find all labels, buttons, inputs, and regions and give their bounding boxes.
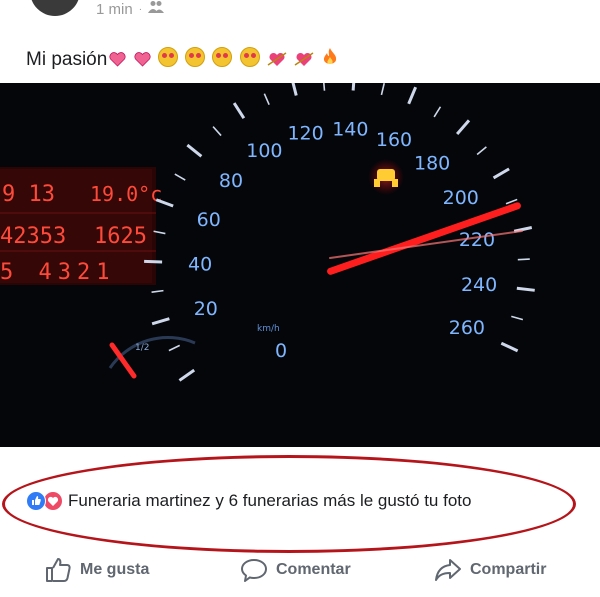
- like-button[interactable]: Me gusta: [44, 556, 149, 584]
- fire-icon: [322, 47, 338, 67]
- comment-icon: [241, 559, 267, 582]
- speed-label: 40: [188, 253, 212, 275]
- pink-heart-icon: [109, 51, 126, 67]
- heart-eyes-emoji-icon: [185, 47, 206, 67]
- post-meta: 1 min ·: [96, 0, 165, 18]
- heart-with-arrow-icon: [267, 51, 287, 67]
- speed-label: 200: [443, 187, 479, 209]
- post-photo[interactable]: 9 13 19.0°c 42353 1625 5 4321 1/2 20 40 60…: [0, 83, 600, 447]
- speed-label: 240: [461, 274, 497, 296]
- like-label: Me gusta: [80, 561, 150, 578]
- share-label: Compartir: [470, 561, 547, 578]
- major-tick: [516, 286, 535, 292]
- avatar[interactable]: [30, 0, 80, 16]
- post-actions: Me gusta Comentar Compartir: [0, 556, 600, 592]
- major-tick: [144, 259, 163, 264]
- speed-label: 20: [194, 298, 218, 320]
- heart-eyes-emoji-icon: [239, 47, 260, 67]
- liked-by-text: Funeraria martinez y 6 funerarias más le…: [68, 491, 472, 510]
- minor-tick: [517, 258, 530, 261]
- major-tick: [351, 83, 356, 91]
- caption-text: Mi pasión: [26, 49, 108, 70]
- audience-friends-icon[interactable]: [148, 0, 165, 18]
- speed-label: 100: [246, 140, 282, 162]
- heart-with-arrow-icon: [294, 51, 314, 67]
- lcd-line1-right: 19.0°c: [90, 182, 162, 206]
- speed-label: 120: [287, 122, 323, 144]
- share-button[interactable]: Compartir: [434, 556, 546, 584]
- speed-label: 260: [449, 317, 485, 339]
- lcd-line2-right: 1625: [94, 224, 147, 249]
- pink-heart-icon: [134, 51, 151, 67]
- fuel-half-mark: 1/2: [135, 343, 149, 353]
- speed-label: 60: [197, 209, 221, 231]
- love-reaction-icon: [43, 491, 63, 511]
- lcd-line1-left: 9 13: [2, 182, 55, 207]
- emoji-row: [109, 47, 337, 73]
- speed-label: 140: [332, 118, 368, 140]
- speed-zero: 0: [275, 340, 287, 362]
- speed-unit: km/h: [257, 324, 280, 334]
- heart-eyes-emoji-icon: [157, 47, 178, 67]
- like-reaction-icon: [26, 491, 46, 511]
- speed-label: 80: [219, 170, 243, 192]
- thumbs-up-icon: [46, 558, 71, 582]
- post-caption: Mi pasión: [26, 47, 338, 73]
- post-time[interactable]: 1 min: [96, 1, 133, 18]
- speed-label: 160: [376, 129, 412, 151]
- speedometer-image: 9 13 19.0°c 42353 1625 5 4321 1/2 20 40 60…: [0, 83, 600, 447]
- reactions-summary[interactable]: Funeraria martinez y 6 funerarias más le…: [2, 455, 576, 553]
- lcd-line3: 5 4321: [0, 260, 115, 285]
- meta-separator: ·: [138, 3, 143, 15]
- share-icon: [435, 559, 461, 581]
- lcd-line2-left: 42353: [0, 224, 66, 249]
- heart-eyes-emoji-icon: [212, 47, 233, 67]
- minor-tick: [323, 83, 326, 91]
- comment-button[interactable]: Comentar: [240, 556, 351, 584]
- speed-label: 180: [414, 153, 450, 175]
- comment-label: Comentar: [276, 561, 351, 578]
